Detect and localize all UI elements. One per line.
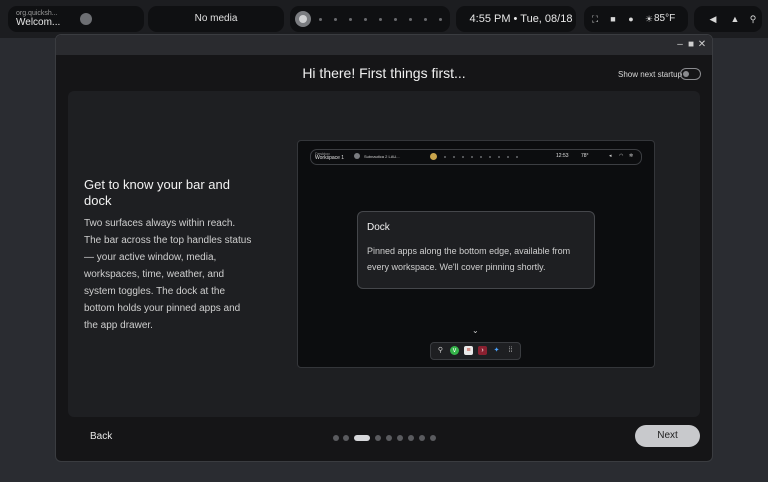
- step-title: Get to know your bar and dock: [84, 177, 230, 208]
- active-window-title: Welcom...: [16, 17, 61, 28]
- next-button[interactable]: Next: [635, 425, 700, 447]
- chevron-down-icon: ⌄: [472, 326, 479, 335]
- dock-tooltip: Dock Pinned apps along the bottom edge, …: [357, 211, 595, 289]
- notification-bell-icon[interactable]: ▲: [730, 14, 740, 24]
- shield-app-icon: v: [450, 346, 459, 355]
- preview-workspace-dot: [498, 156, 500, 158]
- page-title: Hi there! First things first...: [302, 65, 466, 81]
- preview-workspace-dot: [444, 156, 446, 158]
- preview-wifi-icon: ◠: [619, 153, 624, 159]
- preview-bar: Desktop Workspace 1 Subnautica 2 LAU... …: [310, 149, 642, 165]
- page-indicator-dot[interactable]: [397, 435, 403, 441]
- step-card: Get to know your bar and dock Two surfac…: [68, 91, 700, 417]
- clock-widget[interactable]: 4:55 PM • Tue, 08/18: [456, 6, 576, 32]
- network-icon[interactable]: ⚲: [748, 14, 758, 24]
- preview-bar-clock: 12:53: [556, 153, 569, 159]
- media-widget[interactable]: No media: [148, 6, 284, 32]
- preview-workspace-dot: [489, 156, 491, 158]
- workspace-dot[interactable]: [319, 18, 322, 21]
- app-drawer-icon: ⁞⁞: [508, 347, 513, 354]
- show-startup-label: Show next startup: [618, 70, 683, 79]
- microphone-icon[interactable]: ●: [626, 14, 636, 24]
- app-icon: [80, 13, 92, 25]
- dock-tooltip-text: Pinned apps along the bottom edge, avail…: [367, 246, 571, 272]
- preview-dock: ⚲ v ≡ › ✦ ⁞⁞: [430, 342, 521, 360]
- preview-bar-label: Workspace 1: [315, 155, 345, 161]
- page-indicator-dot[interactable]: [333, 435, 339, 441]
- temperature-label: 85°F: [654, 13, 676, 24]
- workspace-dot[interactable]: [334, 18, 337, 21]
- active-window-class: org.quicksh...: [16, 10, 58, 17]
- preview-workspace-dot: [516, 156, 518, 158]
- back-button[interactable]: Back: [90, 431, 112, 442]
- dock-tooltip-title: Dock: [367, 222, 390, 233]
- workspace-switcher[interactable]: [290, 6, 450, 32]
- preview-media-icon: [354, 153, 360, 159]
- workspace-dot[interactable]: [349, 18, 352, 21]
- preview-workspace-dot: [471, 156, 473, 158]
- document-app-icon: ≡: [464, 346, 473, 355]
- page-indicator-active[interactable]: [354, 435, 370, 441]
- page-indicator-dot[interactable]: [343, 435, 349, 441]
- workspace-dot[interactable]: [409, 18, 412, 21]
- preview-workspace-dot: [453, 156, 455, 158]
- preview-speaker-icon: ◂: [609, 153, 612, 159]
- page-indicator-dot[interactable]: [386, 435, 392, 441]
- active-window-widget[interactable]: org.quicksh... Welcom...: [8, 6, 144, 32]
- workspace-active-icon[interactable]: [295, 11, 311, 27]
- clock-label: 4:55 PM • Tue, 08/18: [469, 13, 573, 25]
- preview-workspace-active-icon: [430, 153, 437, 160]
- star-app-icon: ✦: [493, 347, 500, 354]
- workspace-dot[interactable]: [379, 18, 382, 21]
- step-description: Two surfaces always within reach. The ba…: [84, 218, 252, 331]
- preview-workspace-dot: [480, 156, 482, 158]
- preview-workspace-dot: [462, 156, 464, 158]
- close-icon[interactable]: ✕: [696, 39, 708, 51]
- status-widget[interactable]: ⛶ ■ ● ☀ 85°F: [584, 6, 688, 32]
- preview-bar-weather: 78°: [581, 153, 589, 159]
- workspace-dot[interactable]: [364, 18, 367, 21]
- preview-bar-media: Subnautica 2 LAU...: [364, 154, 400, 159]
- camera-icon[interactable]: ■: [608, 14, 618, 24]
- window-titlebar[interactable]: – ■ ✕: [56, 35, 712, 55]
- weather-sun-icon: ☀: [644, 14, 654, 24]
- pin-icon: ⚲: [437, 347, 444, 354]
- top-bar: org.quicksh... Welcom... No media 4:55 P…: [0, 0, 768, 38]
- desktop-preview: Desktop Workspace 1 Subnautica 2 LAU... …: [297, 140, 655, 368]
- system-tray[interactable]: ◀ ▲ ⚲: [694, 6, 762, 32]
- workspace-dot[interactable]: [394, 18, 397, 21]
- page-indicator-dot[interactable]: [375, 435, 381, 441]
- workspace-dot[interactable]: [439, 18, 442, 21]
- preview-workspace-dot: [507, 156, 509, 158]
- preview-settings-icon: ✲: [629, 153, 634, 159]
- welcome-window: – ■ ✕ Hi there! First things first... Sh…: [55, 34, 713, 462]
- speaker-icon[interactable]: ◀: [708, 14, 718, 24]
- terminal-app-icon: ›: [478, 346, 487, 355]
- page-indicator-dot[interactable]: [408, 435, 414, 441]
- page-indicator-dot[interactable]: [419, 435, 425, 441]
- show-startup-toggle[interactable]: [680, 68, 701, 80]
- page-indicator-dot[interactable]: [430, 435, 436, 441]
- media-label: No media: [194, 13, 238, 24]
- workspace-dot[interactable]: [424, 18, 427, 21]
- fullscreen-icon[interactable]: ⛶: [590, 14, 600, 24]
